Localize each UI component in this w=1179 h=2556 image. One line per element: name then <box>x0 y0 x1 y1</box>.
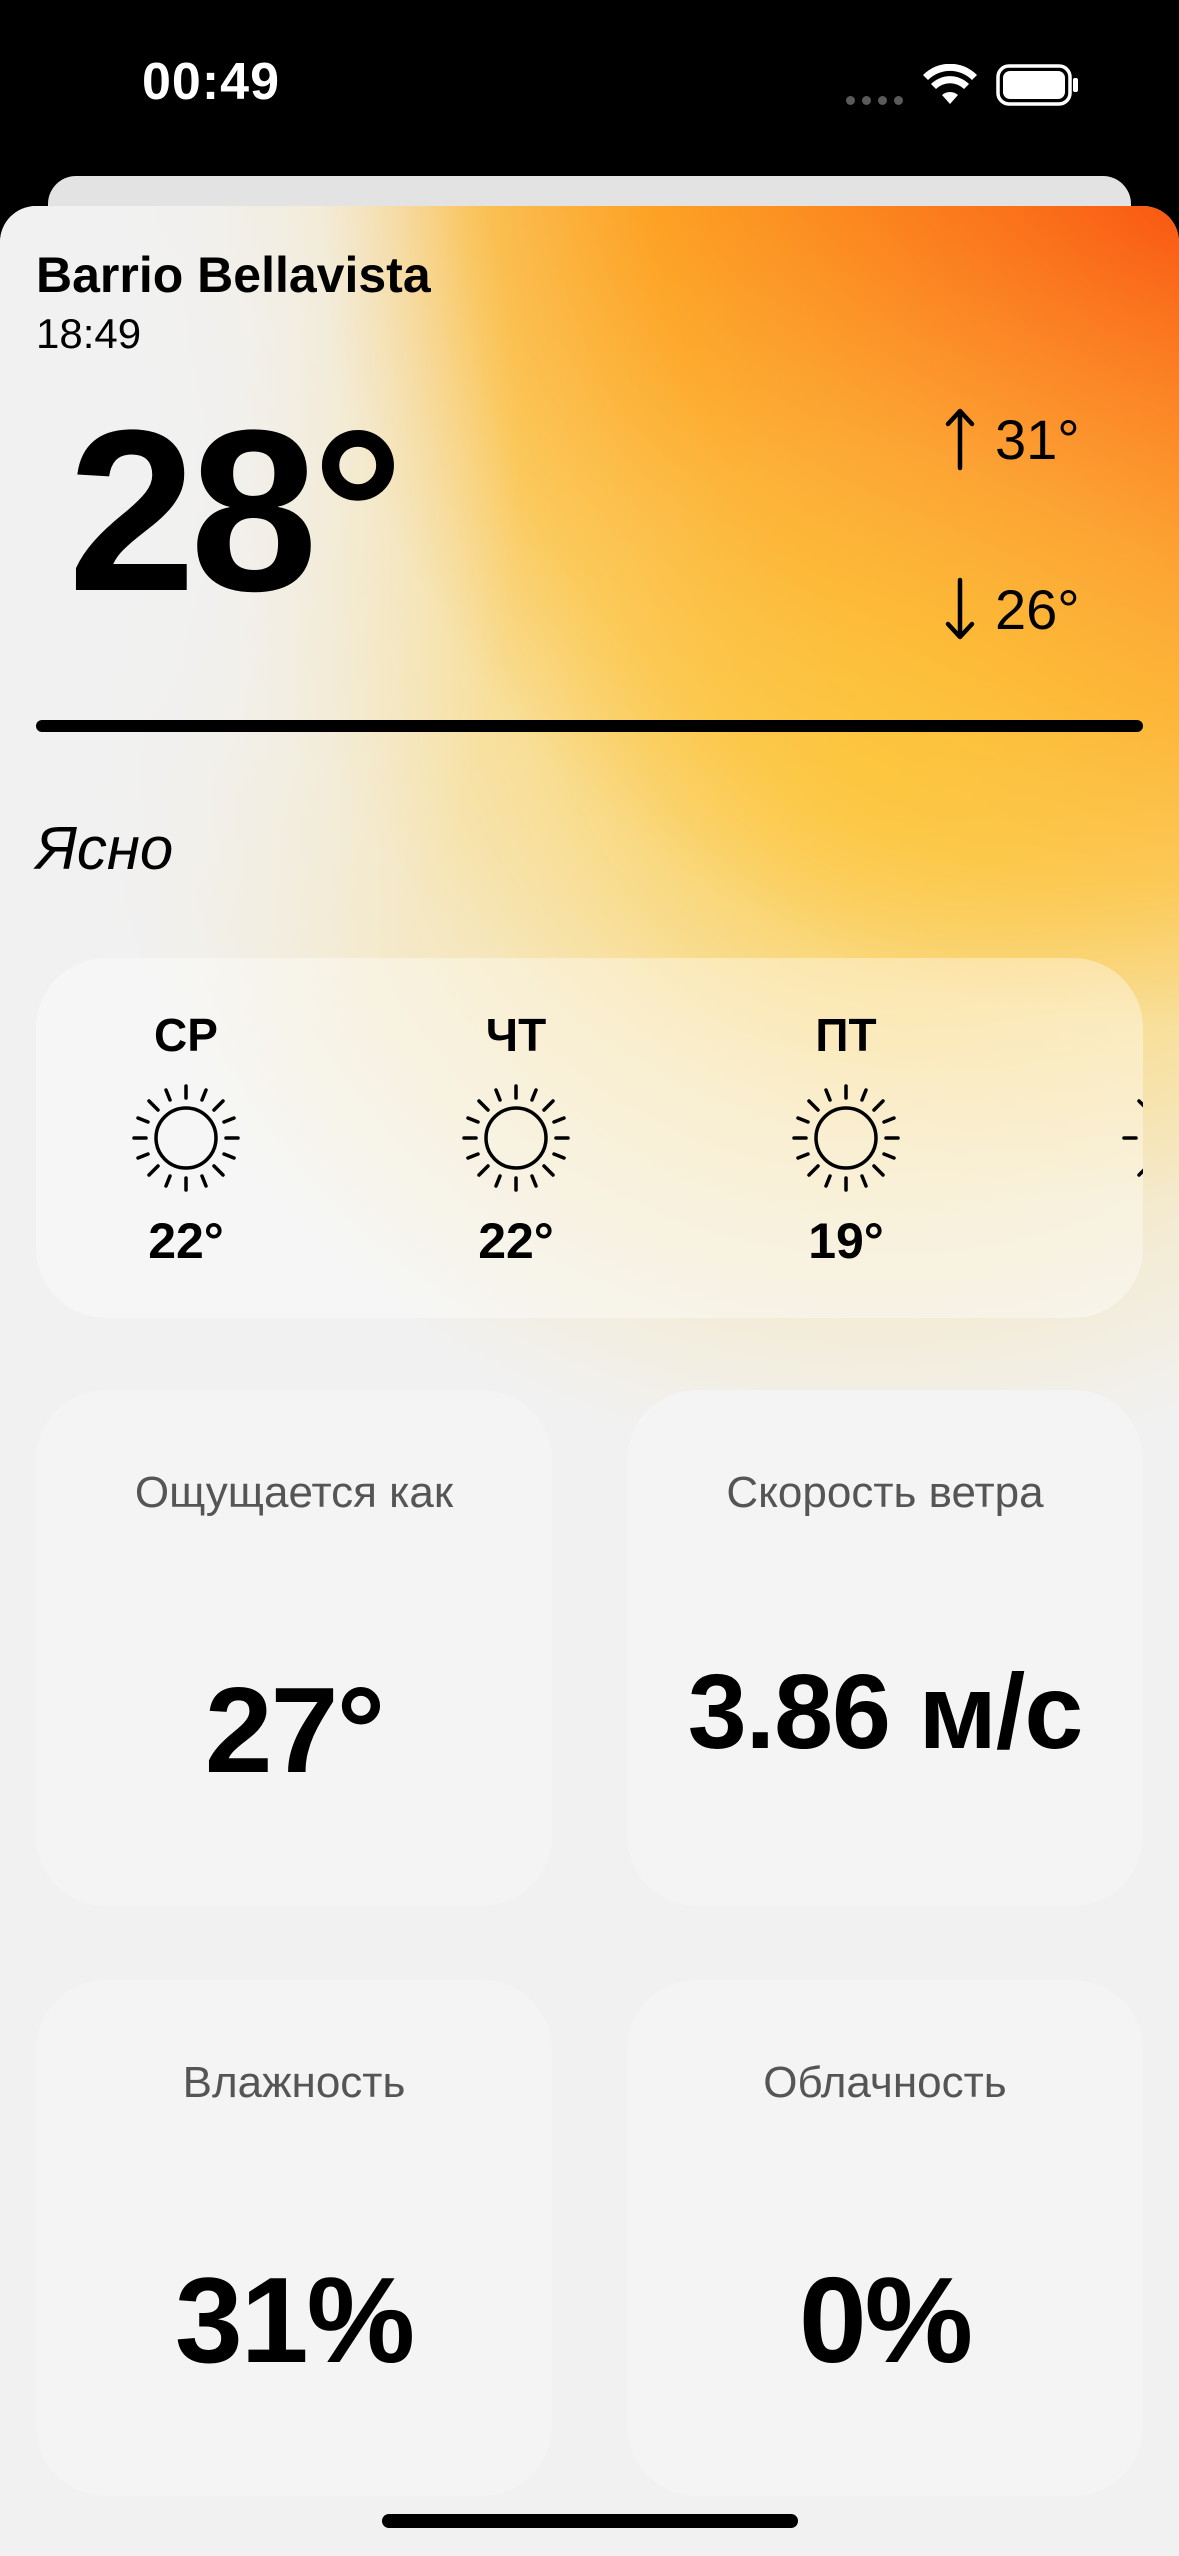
forecast-day-label: ЧТ <box>485 1009 547 1061</box>
arrow-up-icon <box>945 408 975 471</box>
sun-icon <box>1122 1099 1143 1177</box>
cloudiness-label: Облачность <box>763 2058 1007 2107</box>
forecast-day-label: СР <box>154 1009 218 1061</box>
forecast-day[interactable]: ЧТ 22° <box>416 958 616 1318</box>
screen: 00:49 Barrio Bellavista 18:49 28° 31° 26… <box>0 0 1179 2556</box>
forecast-day-temperature: 22° <box>478 1213 554 1269</box>
sun-icon <box>792 1084 900 1192</box>
arrow-down-icon <box>945 577 975 640</box>
forecast-day-label: ПТ <box>815 1009 877 1061</box>
location-name: Barrio Bellavista <box>36 247 431 303</box>
status-time: 00:49 <box>142 53 280 111</box>
forecast-day-temperature: 19° <box>808 1213 884 1269</box>
current-temperature: 28° <box>68 382 404 639</box>
humidity-label: Влажность <box>182 2058 406 2107</box>
feels-like-label: Ощущается как <box>134 1468 454 1517</box>
cloudiness-value: 0% <box>798 2252 973 2388</box>
cloudiness-card: Облачность 0% <box>627 1980 1143 2496</box>
forecast-day-temperature: 22° <box>148 1213 224 1269</box>
humidity-value: 31% <box>174 2252 415 2388</box>
local-time: 18:49 <box>36 310 142 357</box>
weather-sheet[interactable]: Barrio Bellavista 18:49 28° 31° 26° Ясно… <box>0 206 1179 2556</box>
low-temperature-value: 26° <box>995 577 1080 641</box>
wind-speed-value: 3.86 м/с <box>687 1653 1084 1771</box>
cellular-signal-icon <box>846 96 903 105</box>
wind-speed-card: Скорость ветра 3.86 м/с <box>627 1390 1143 1906</box>
home-indicator[interactable] <box>382 2514 798 2528</box>
forecast-day[interactable]: ПТ 19° <box>746 958 946 1318</box>
feels-like-value: 27° <box>204 1662 386 1798</box>
battery-icon <box>996 64 1078 106</box>
high-temperature: 31° <box>945 406 1080 472</box>
forecast-day[interactable]: СР 22° <box>86 958 286 1318</box>
low-temperature: 26° <box>945 576 1080 642</box>
sun-icon <box>462 1084 570 1192</box>
divider <box>36 720 1143 732</box>
status-bar: 00:49 <box>0 0 1179 175</box>
wifi-icon <box>923 64 977 104</box>
feels-like-card: Ощущается как 27° <box>36 1390 552 1906</box>
wind-speed-label: Скорость ветра <box>726 1468 1044 1517</box>
forecast-day-partial[interactable] <box>1076 958 1143 1318</box>
high-temperature-value: 31° <box>995 407 1080 471</box>
daily-forecast-scroller[interactable]: СР 22° ЧТ 22° ПТ 19° <box>36 958 1143 1318</box>
humidity-card: Влажность 31% <box>36 1980 552 2496</box>
sun-icon <box>132 1084 240 1192</box>
weather-condition: Ясно <box>36 815 174 882</box>
